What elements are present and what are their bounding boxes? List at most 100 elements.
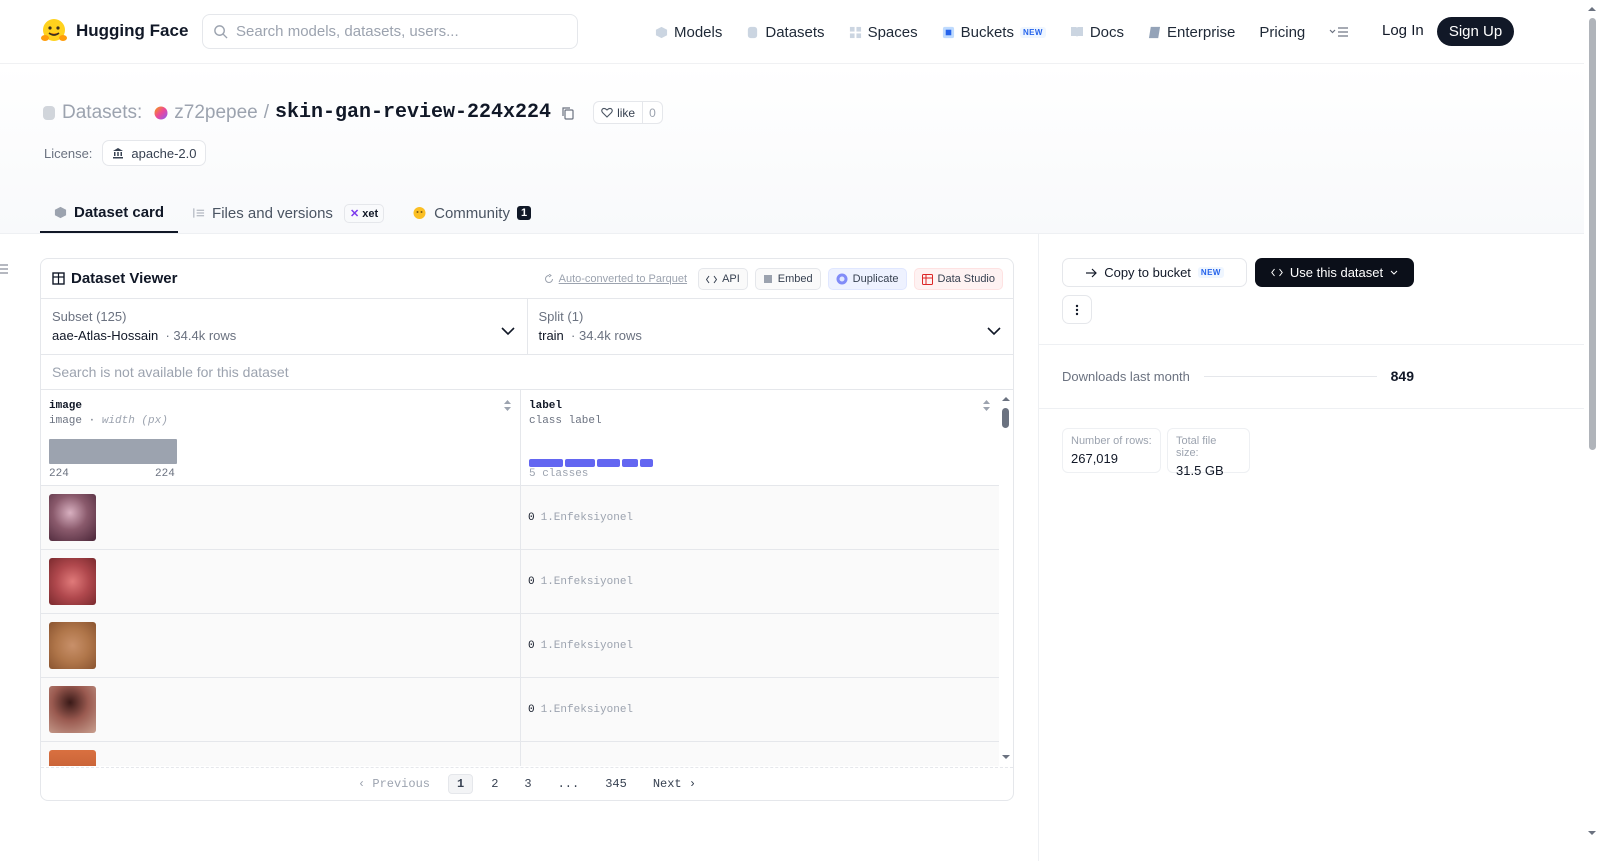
stat-rows-label: Number of rows: bbox=[1071, 435, 1152, 447]
stat-size-label: Total file size: bbox=[1176, 435, 1217, 459]
scroll-up-icon[interactable] bbox=[1584, 4, 1600, 14]
tab-files-and-versions[interactable]: Files and versions ✕ xet bbox=[178, 193, 398, 233]
auto-converted-link[interactable]: Auto-converted to Parquet bbox=[544, 273, 687, 285]
subset-select[interactable]: Subset (125) aae-Atlas-Hossain · 34.4k r… bbox=[41, 299, 527, 354]
downloads-sparkline bbox=[1203, 375, 1377, 377]
nav-pricing-label: Pricing bbox=[1259, 23, 1306, 41]
more-options-button[interactable] bbox=[1062, 295, 1092, 324]
scroll-up-icon[interactable] bbox=[999, 394, 1013, 404]
downloads-label: Downloads last month bbox=[1062, 368, 1190, 384]
like-button[interactable]: like 0 bbox=[593, 101, 663, 124]
license-value: apache-2.0 bbox=[131, 145, 197, 161]
viewer-title: Dataset Viewer bbox=[52, 270, 177, 287]
label-name: 1.Enfeksiyonel bbox=[540, 704, 634, 716]
image-thumbnail[interactable] bbox=[49, 622, 96, 669]
license-chip[interactable]: apache-2.0 bbox=[102, 140, 207, 166]
previous-page-button[interactable]: ‹ Previous bbox=[350, 775, 438, 793]
hist-max-label: 224 bbox=[155, 468, 175, 480]
data-studio-label: Data Studio bbox=[937, 273, 995, 285]
page-scrollbar[interactable] bbox=[1584, 0, 1600, 861]
page-scroll-thumb[interactable] bbox=[1589, 18, 1596, 450]
tab-dataset-card[interactable]: Dataset card bbox=[40, 193, 179, 233]
nav-datasets[interactable]: Datasets bbox=[746, 23, 825, 41]
table-scrollbar[interactable] bbox=[999, 390, 1013, 766]
data-studio-button[interactable]: Data Studio bbox=[913, 268, 1003, 290]
page-3-button[interactable]: 3 bbox=[516, 775, 539, 793]
split-label: Split (1) bbox=[538, 309, 584, 324]
label-cell: 0 1.Enfeksiyonel bbox=[528, 704, 633, 716]
dataset-icon bbox=[43, 105, 55, 120]
nav-docs[interactable]: Docs bbox=[1070, 24, 1124, 41]
class-bar-segment[interactable] bbox=[597, 459, 620, 467]
embed-button[interactable]: Embed bbox=[754, 268, 821, 290]
data-studio-icon bbox=[921, 273, 933, 285]
subset-label: Subset (125) bbox=[52, 309, 127, 324]
sort-icon[interactable] bbox=[982, 399, 991, 412]
page-last-button[interactable]: 345 bbox=[597, 775, 635, 793]
nav-spaces[interactable]: Spaces bbox=[849, 24, 918, 41]
global-search[interactable] bbox=[202, 14, 578, 49]
heart-icon bbox=[601, 107, 613, 118]
main-nav: Models Datasets Spaces Buckets NEW Docs … bbox=[655, 20, 1373, 44]
image-thumbnail[interactable] bbox=[49, 750, 96, 766]
class-bar-segment[interactable] bbox=[529, 459, 563, 467]
column-type: image · width (px) bbox=[49, 415, 168, 427]
tab-community-label: Community bbox=[434, 204, 510, 222]
like-label: like bbox=[617, 105, 636, 120]
api-label: API bbox=[722, 273, 740, 285]
repo-owner-link[interactable]: z72pepee bbox=[174, 102, 257, 124]
duplicate-icon bbox=[836, 273, 848, 285]
copy-icon[interactable] bbox=[561, 106, 575, 120]
scroll-thumb[interactable] bbox=[1002, 408, 1009, 428]
class-bar-segment[interactable] bbox=[622, 459, 638, 467]
auto-converted-label: Auto-converted to Parquet bbox=[558, 273, 688, 285]
page-2-button[interactable]: 2 bbox=[483, 775, 506, 793]
data-table: image image · width (px) 224 224 label c… bbox=[41, 390, 1013, 766]
nav-buckets[interactable]: Buckets NEW bbox=[942, 24, 1046, 41]
cube-icon bbox=[655, 26, 668, 38]
login-link[interactable]: Log In bbox=[1382, 22, 1424, 39]
scroll-down-icon[interactable] bbox=[999, 752, 1013, 762]
more-menu-button[interactable] bbox=[1329, 26, 1349, 38]
split-rows: 34.4k rows bbox=[578, 328, 642, 343]
use-this-dataset-button[interactable]: Use this dataset bbox=[1255, 258, 1414, 287]
files-icon bbox=[193, 208, 205, 218]
nav-enterprise[interactable]: Enterprise bbox=[1148, 24, 1235, 41]
repo-name[interactable]: skin-gan-review-224x224 bbox=[275, 101, 551, 124]
nav-docs-label: Docs bbox=[1089, 23, 1125, 41]
brand-logo[interactable]: Hugging Face bbox=[40, 17, 188, 45]
sort-icon[interactable] bbox=[503, 399, 512, 412]
sidebar-separator bbox=[1039, 408, 1584, 409]
tab-community[interactable]: Community 1 bbox=[398, 193, 545, 233]
downloads-row: Downloads last month 849 bbox=[1062, 368, 1414, 384]
api-button[interactable]: API bbox=[698, 268, 748, 290]
bucket-icon bbox=[942, 26, 954, 38]
search-input[interactable] bbox=[236, 23, 556, 40]
image-thumbnail[interactable] bbox=[49, 686, 96, 733]
toc-toggle-icon[interactable] bbox=[0, 264, 8, 274]
column-header-label[interactable]: label class label 5 classes bbox=[521, 390, 999, 486]
class-bar-segment[interactable] bbox=[565, 459, 595, 467]
nav-pricing[interactable]: Pricing bbox=[1259, 24, 1305, 41]
signup-button[interactable]: Sign Up bbox=[1437, 17, 1514, 46]
column-type: class label bbox=[529, 415, 602, 427]
subset-split-selectors: Subset (125) aae-Atlas-Hossain · 34.4k r… bbox=[41, 299, 1013, 355]
label-cell: 0 1.Enfeksiyonel bbox=[528, 576, 633, 588]
nav-datasets-label: Datasets bbox=[765, 23, 825, 41]
image-thumbnail[interactable] bbox=[49, 558, 96, 605]
duplicate-button[interactable]: Duplicate bbox=[827, 268, 907, 290]
copy-to-bucket-button[interactable]: Copy to bucket NEW bbox=[1062, 258, 1247, 287]
stat-size-value: 31.5 GB bbox=[1176, 463, 1224, 478]
nav-models[interactable]: Models bbox=[655, 24, 722, 41]
viewer-title-text: Dataset Viewer bbox=[71, 270, 178, 287]
split-select[interactable]: Split (1) train · 34.4k rows bbox=[526, 299, 1014, 354]
class-bar-segment[interactable] bbox=[640, 459, 653, 467]
scroll-down-icon[interactable] bbox=[1584, 828, 1600, 838]
image-thumbnail[interactable] bbox=[49, 494, 96, 541]
top-nav: Hugging Face Models Datasets Spaces Buck… bbox=[0, 0, 1584, 64]
class-distribution-bar bbox=[529, 459, 653, 467]
next-page-button[interactable]: Next › bbox=[645, 775, 704, 793]
page-1-button[interactable]: 1 bbox=[447, 774, 474, 794]
chevron-down-icon bbox=[987, 327, 1001, 336]
column-header-image[interactable]: image image · width (px) 224 224 bbox=[41, 390, 520, 486]
